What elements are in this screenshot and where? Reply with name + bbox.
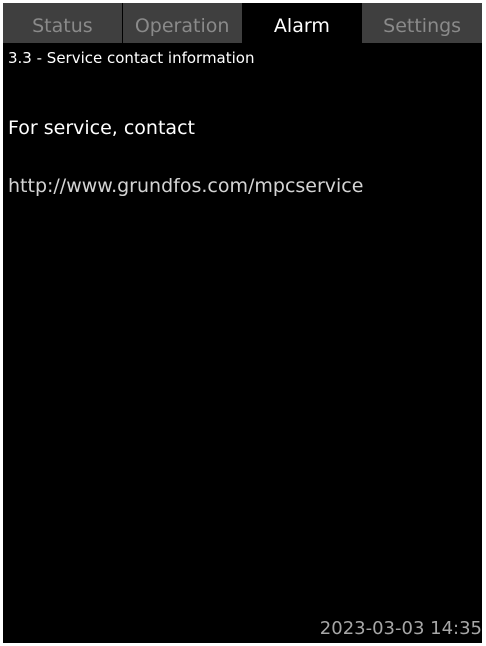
service-contact-label: For service, contact <box>8 117 195 139</box>
device-screen: Status Operation Alarm Settings 3.3 - Se… <box>3 3 482 643</box>
tab-settings[interactable]: Settings <box>362 3 482 43</box>
menu-title: 3.3 - Service contact information <box>8 49 255 67</box>
tab-alarm[interactable]: Alarm <box>242 3 363 43</box>
tab-status[interactable]: Status <box>3 3 123 43</box>
service-url: http://www.grundfos.com/mpcservice <box>8 175 364 197</box>
main-tab-bar: Status Operation Alarm Settings <box>3 3 482 43</box>
tab-operation[interactable]: Operation <box>122 3 243 43</box>
date-time: 2023-03-03 14:35 <box>319 618 482 639</box>
